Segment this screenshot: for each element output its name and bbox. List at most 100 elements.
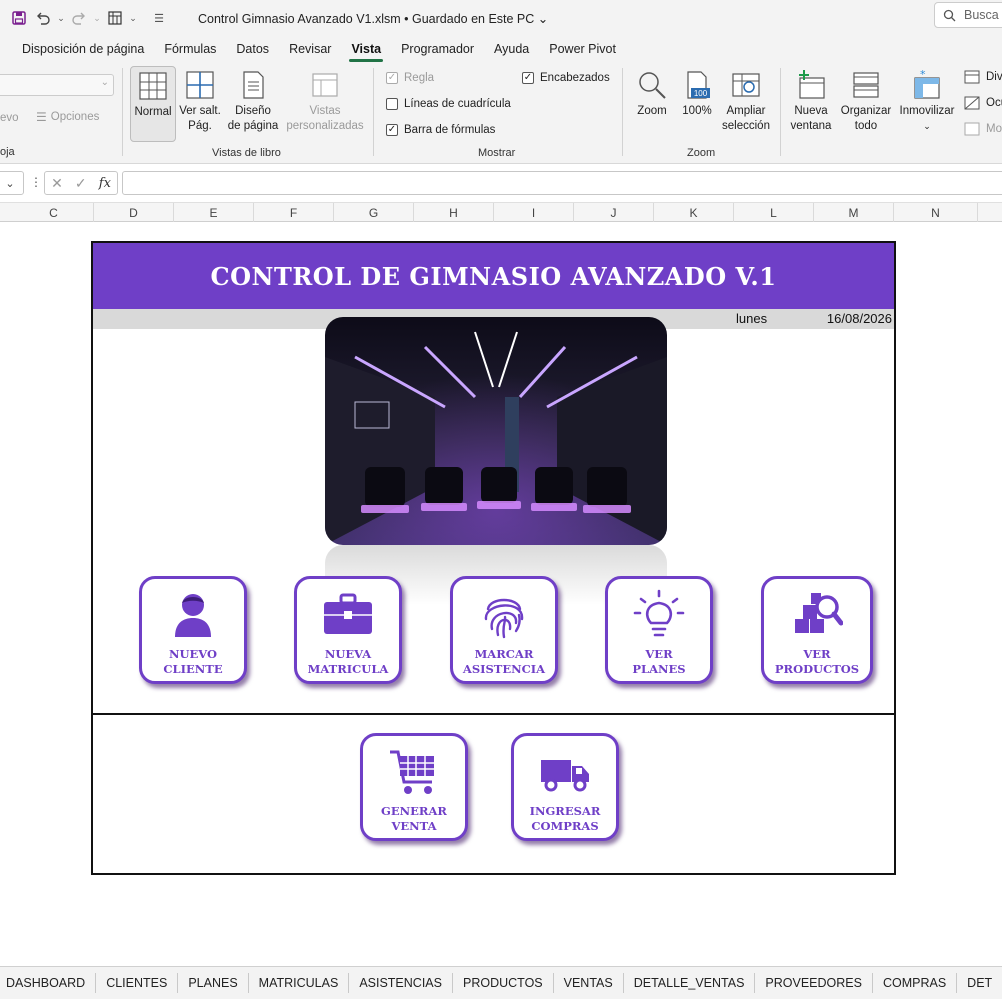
- nuevo-cliente-label: NUEVO CLIENTE: [163, 647, 223, 676]
- page-layout-icon: [243, 71, 264, 99]
- chevron-down-icon: ⌄: [5, 177, 15, 190]
- customize-qat-icon[interactable]: ☰: [148, 7, 170, 29]
- save-status: Guardado en Este PC: [412, 11, 535, 26]
- undo-icon[interactable]: [32, 7, 54, 29]
- zoom-selection-button[interactable]: Ampliar selección: [718, 70, 774, 134]
- tab-datos[interactable]: Datos: [226, 42, 279, 62]
- page-layout-button[interactable]: Diseño de página: [226, 70, 280, 134]
- new-window-label-1: Nueva: [794, 105, 828, 117]
- arrange-all-button[interactable]: Organizar todo: [838, 70, 894, 134]
- ver-productos-button[interactable]: VER PRODUCTOS: [761, 576, 873, 684]
- column-header[interactable]: E: [174, 203, 254, 222]
- chevron-down-icon[interactable]: ⌄: [56, 7, 66, 29]
- formula-input[interactable]: [122, 171, 1002, 195]
- more-options-icon[interactable]: ⋮: [30, 175, 42, 189]
- tab-revisar[interactable]: Revisar: [279, 42, 341, 62]
- page-break-view-button[interactable]: Ver salt. Pág.: [177, 70, 223, 134]
- cancel-icon[interactable]: ✕: [51, 175, 63, 192]
- nuevo-cliente-button[interactable]: NUEVO CLIENTE: [139, 576, 247, 684]
- gridlines-label: Líneas de cuadrícula: [404, 98, 511, 110]
- sheet-tab-ventas[interactable]: VENTAS: [554, 973, 624, 993]
- search-placeholder: Busca: [964, 8, 999, 22]
- sheet-tab-compras[interactable]: COMPRAS: [873, 973, 958, 993]
- sheet-view-new[interactable]: evo: [0, 112, 19, 124]
- sheet-tab-dashboard[interactable]: DASHBOARD: [0, 973, 97, 993]
- checkbox-checked: ✓: [386, 72, 398, 84]
- zoom-selection-label-1: Ampliar: [726, 105, 766, 117]
- nueva-matricula-button[interactable]: NUEVA MATRICULA: [294, 576, 402, 684]
- headings-checkbox[interactable]: ✓ Encabezados: [522, 72, 610, 84]
- tab-vista[interactable]: Vista: [341, 42, 391, 62]
- sheet-tab-detalle-ventas[interactable]: DETALLE_VENTAS: [624, 973, 756, 993]
- column-headers: C D E F G H I J K L M N: [0, 202, 1002, 222]
- sheet-tab-proveedores[interactable]: PROVEEDORES: [755, 973, 873, 993]
- column-header[interactable]: L: [734, 203, 814, 222]
- quick-access-toolbar: ⌄ ⌄ ⌄ ☰: [0, 7, 170, 29]
- sheet-tab-matriculas[interactable]: MATRICULAS: [249, 973, 350, 993]
- column-header[interactable]: C: [14, 203, 94, 222]
- zoom-100-icon-text: 100: [694, 89, 708, 98]
- column-header[interactable]: F: [254, 203, 334, 222]
- column-header[interactable]: N: [894, 203, 978, 222]
- column-header[interactable]: J: [574, 203, 654, 222]
- sheet-view-dropdown[interactable]: ⌄: [0, 74, 114, 96]
- save-icon[interactable]: [8, 7, 30, 29]
- freeze-panes-label: Inmovilizar: [899, 105, 955, 117]
- document-title[interactable]: Control Gimnasio Avanzado V1.xlsm • Guar…: [198, 11, 548, 26]
- lightbulb-icon: [633, 589, 685, 637]
- name-box-dropdown[interactable]: ⌄: [0, 171, 24, 195]
- page-break-label-1: Ver salt.: [179, 105, 221, 117]
- column-header[interactable]: M: [814, 203, 894, 222]
- tab-formulas[interactable]: Fórmulas: [154, 42, 226, 62]
- normal-view-button[interactable]: Normal: [130, 66, 176, 142]
- sheet-tab-planes[interactable]: PLANES: [178, 973, 249, 993]
- column-header[interactable]: D: [94, 203, 174, 222]
- column-header[interactable]: H: [414, 203, 494, 222]
- search-box[interactable]: Busca: [934, 2, 1002, 28]
- tab-disposicion[interactable]: Disposición de página: [12, 42, 154, 62]
- gridlines-checkbox[interactable]: Líneas de cuadrícula: [386, 98, 511, 110]
- insert-function-icon[interactable]: fx: [99, 176, 111, 191]
- chevron-down-icon[interactable]: ⌄: [128, 7, 138, 29]
- shopping-cart-icon: [390, 750, 434, 794]
- formula-bar-checkbox[interactable]: ✓ Barra de fórmulas: [386, 124, 495, 136]
- tab-power-pivot[interactable]: Power Pivot: [539, 42, 626, 62]
- ruler-checkbox[interactable]: ✓ Regla: [386, 72, 434, 84]
- page-break-icon: [186, 71, 214, 99]
- briefcase-icon: [324, 593, 372, 634]
- table-format-icon[interactable]: [104, 7, 126, 29]
- hide-button[interactable]: Ocu: [964, 96, 1002, 110]
- custom-views-button[interactable]: Vistas personalizadas: [284, 70, 366, 134]
- sheet-tab-det[interactable]: DET: [957, 973, 1002, 993]
- tab-ayuda[interactable]: Ayuda: [484, 42, 539, 62]
- checkbox-checked: ✓: [386, 124, 398, 136]
- chevron-down-icon[interactable]: ⌄: [92, 7, 102, 29]
- freeze-panes-button[interactable]: * Inmovilizar ⌄: [896, 70, 958, 134]
- new-window-button[interactable]: Nueva ventana: [788, 70, 834, 134]
- group-label-mostrar: Mostrar: [478, 147, 516, 159]
- group-label-hoja: oja: [0, 146, 15, 158]
- sheet-tab-clientes[interactable]: CLIENTES: [96, 973, 179, 993]
- ingresar-compras-label: INGRESAR COMPRAS: [529, 804, 601, 833]
- zoom-100-button[interactable]: 100 100%: [678, 70, 716, 119]
- checkbox-checked: ✓: [522, 72, 534, 84]
- sheet-tab-asistencias[interactable]: ASISTENCIAS: [349, 973, 453, 993]
- column-header[interactable]: K: [654, 203, 734, 222]
- ver-planes-button[interactable]: VER PLANES: [605, 576, 713, 684]
- column-header[interactable]: G: [334, 203, 414, 222]
- checkbox-unchecked: [386, 98, 398, 110]
- generar-venta-button[interactable]: GENERAR VENTA: [360, 733, 468, 841]
- tab-programador[interactable]: Programador: [391, 42, 484, 62]
- chevron-down-icon: ⌄: [100, 77, 109, 88]
- redo-icon[interactable]: [68, 7, 90, 29]
- marcar-asistencia-button[interactable]: MARCAR ASISTENCIA: [450, 576, 558, 684]
- sheet-tab-productos[interactable]: PRODUCTOS: [453, 973, 554, 993]
- enter-icon[interactable]: ✓: [75, 175, 87, 192]
- unhide-button[interactable]: Mo: [964, 122, 1002, 136]
- zoom-button[interactable]: Zoom: [632, 70, 672, 119]
- options-label: Opciones: [50, 111, 100, 123]
- split-button[interactable]: Div: [964, 70, 1002, 84]
- options-button[interactable]: ☰ Opciones: [36, 110, 99, 124]
- column-header[interactable]: I: [494, 203, 574, 222]
- ingresar-compras-button[interactable]: INGRESAR COMPRAS: [511, 733, 619, 841]
